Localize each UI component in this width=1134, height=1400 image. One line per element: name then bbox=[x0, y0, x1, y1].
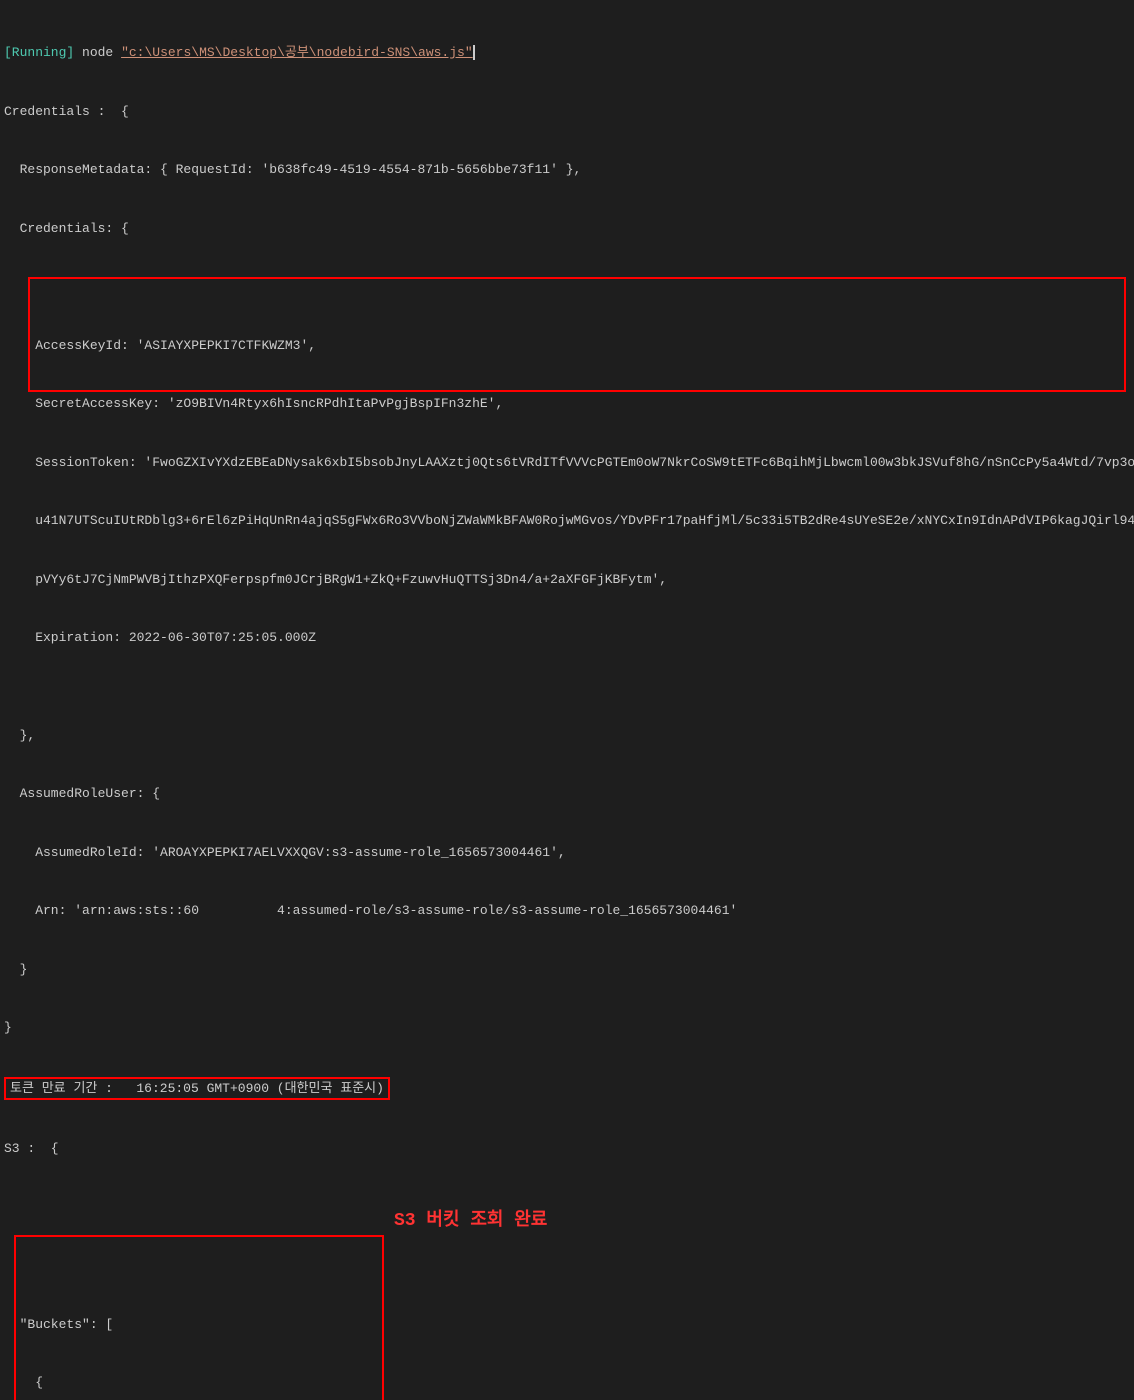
arn-line: Arn: 'arn:aws:sts::60 4:assumed-role/s3-… bbox=[4, 901, 1130, 921]
s3-header: S3 : { bbox=[4, 1139, 1130, 1159]
node-cmd: node bbox=[82, 45, 113, 60]
session-token-line3: pVYy6tJ7CjNmPWVBjIthzPXQFerpspfm0JCrjBRg… bbox=[4, 570, 1130, 590]
credentials-highlight-box bbox=[28, 277, 1126, 392]
access-key-line: AccessKeyId: 'ASIAYXPEPKI7CTFKWZM3', bbox=[4, 336, 1130, 356]
terminal-output: [Running] node "c:\Users\MS\Desktop\공부\n… bbox=[4, 4, 1130, 1400]
command-line: [Running] node "c:\Users\MS\Desktop\공부\n… bbox=[4, 43, 1130, 63]
file-path[interactable]: "c:\Users\MS\Desktop\공부\nodebird-SNS\aws… bbox=[121, 45, 473, 60]
cursor bbox=[473, 45, 475, 60]
secret-key-line: SecretAccessKey: 'zO9BIVn4Rtyx6hIsncRPdh… bbox=[4, 394, 1130, 414]
assumed-role-open: AssumedRoleUser: { bbox=[4, 784, 1130, 804]
credentials-close: }, bbox=[4, 726, 1130, 746]
s3-bucket-annotation: S3 버킷 조회 완료 bbox=[394, 1208, 547, 1235]
buckets-open: "Buckets": [ bbox=[4, 1315, 1130, 1335]
bucket1-open: { bbox=[4, 1373, 1130, 1393]
token-expiry-box: 토큰 만료 기간 : 16:25:05 GMT+0900 (대한민국 표준시) bbox=[4, 1077, 390, 1101]
session-token-line1: SessionToken: 'FwoGZXIvYXdzEBEaDNysak6xb… bbox=[4, 453, 1130, 473]
credentials-header: Credentials : { bbox=[4, 102, 1130, 122]
expiration-line: Expiration: 2022-06-30T07:25:05.000Z bbox=[4, 628, 1130, 648]
main-close: } bbox=[4, 1018, 1130, 1038]
running-tag: [Running] bbox=[4, 45, 74, 60]
response-metadata: ResponseMetadata: { RequestId: 'b638fc49… bbox=[4, 160, 1130, 180]
assumed-role-close: } bbox=[4, 960, 1130, 980]
assumed-role-id: AssumedRoleId: 'AROAYXPEPKI7AELVXXQGV:s3… bbox=[4, 843, 1130, 863]
credentials-open: Credentials: { bbox=[4, 219, 1130, 239]
session-token-line2: u41N7UTScuIUtRDblg3+6rEl6zPiHqUnRn4ajqS5… bbox=[4, 511, 1130, 531]
